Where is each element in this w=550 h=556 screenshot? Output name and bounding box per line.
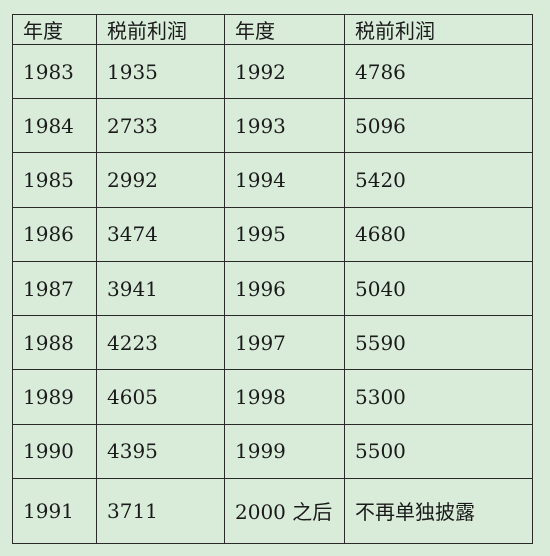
- cell-profit: 4605: [96, 369, 225, 425]
- profit-table: 年度 税前利润 年度 税前利润 1983 1935 1992 4786 1984…: [12, 14, 533, 545]
- cell-year: 1992: [224, 43, 345, 100]
- cell-year: 1996: [224, 260, 345, 317]
- cell-year: 1983: [12, 43, 97, 100]
- cell-year: 1994: [224, 152, 345, 208]
- table-row: 1987 3941 1996 5040: [12, 260, 533, 317]
- cell-year: 1989: [12, 369, 97, 425]
- header-profit-right: 税前利润: [344, 14, 533, 45]
- cell-profit: 5420: [344, 152, 533, 208]
- cell-year: 1985: [12, 152, 97, 208]
- cell-profit: 5040: [344, 260, 533, 317]
- table-row: 1984 2733 1993 5096: [12, 98, 533, 154]
- cell-profit: 5096: [344, 98, 533, 154]
- cell-profit: 4223: [96, 315, 225, 371]
- cell-year: 1984: [12, 98, 97, 154]
- cell-profit: 2733: [96, 98, 225, 154]
- cell-year: 1991: [12, 477, 97, 545]
- cell-year: 1997: [224, 315, 345, 371]
- table-row: 1986 3474 1995 4680: [12, 206, 533, 262]
- cell-profit: 1935: [96, 43, 225, 100]
- cell-profit: 4680: [344, 206, 533, 262]
- cell-year: 1990: [12, 423, 97, 479]
- cell-profit: 5590: [344, 315, 533, 371]
- cell-profit: 2992: [96, 152, 225, 208]
- cell-profit: 3941: [96, 260, 225, 317]
- table-header-row: 年度 税前利润 年度 税前利润: [12, 14, 533, 45]
- cell-year: 1995: [224, 206, 345, 262]
- document-page: 年度 税前利润 年度 税前利润 1983 1935 1992 4786 1984…: [0, 0, 550, 556]
- cell-profit: 4395: [96, 423, 225, 479]
- cell-year: 1987: [12, 260, 97, 317]
- cell-year: 1999: [224, 423, 345, 479]
- table-row: 1983 1935 1992 4786: [12, 43, 533, 100]
- table-row: 1988 4223 1997 5590: [12, 315, 533, 371]
- table-row: 1985 2992 1994 5420: [12, 152, 533, 208]
- cell-profit: 3474: [96, 206, 225, 262]
- cell-profit: 5500: [344, 423, 533, 479]
- table-row: 1989 4605 1998 5300: [12, 369, 533, 425]
- header-year-left: 年度: [12, 14, 97, 45]
- header-year-right: 年度: [224, 14, 345, 45]
- table-row: 1990 4395 1999 5500: [12, 423, 533, 479]
- cell-profit: 不再单独披露: [344, 477, 533, 545]
- cell-profit: 3711: [96, 477, 225, 545]
- cell-year: 1993: [224, 98, 345, 154]
- cell-year: 1998: [224, 369, 345, 425]
- cell-profit: 5300: [344, 369, 533, 425]
- header-profit-left: 税前利润: [96, 14, 225, 45]
- cell-profit: 4786: [344, 43, 533, 100]
- cell-year: 1988: [12, 315, 97, 371]
- cell-year: 1986: [12, 206, 97, 262]
- table-row: 1991 3711 2000 之后 不再单独披露: [12, 477, 533, 545]
- cell-year: 2000 之后: [224, 477, 345, 545]
